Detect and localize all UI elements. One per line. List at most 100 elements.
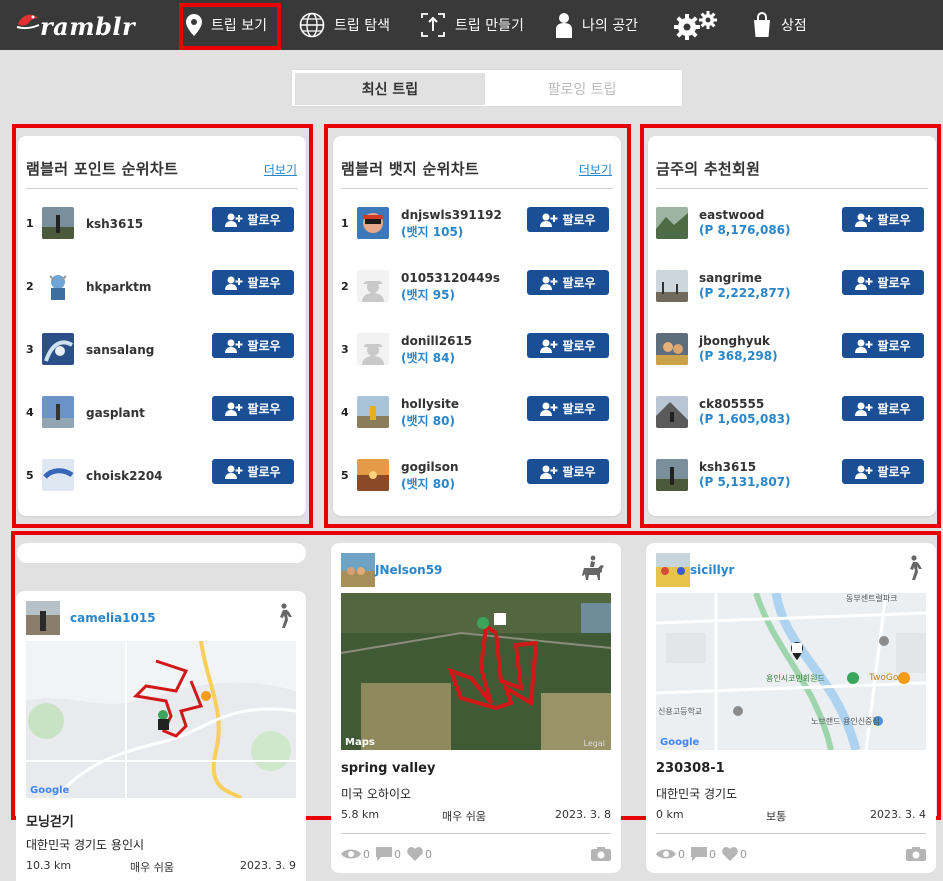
nav-explore-trips[interactable]: 트립 탐색 xyxy=(299,0,390,50)
follow-button[interactable]: 팔로우 xyxy=(212,333,294,358)
follow-button[interactable]: 팔로우 xyxy=(527,459,609,484)
rank-number: 2 xyxy=(341,280,349,293)
username[interactable]: gogilson xyxy=(401,460,459,474)
divider xyxy=(26,188,298,189)
username[interactable]: hkparktm xyxy=(86,280,151,294)
walking-icon xyxy=(280,603,292,628)
follow-button[interactable]: 팔로우 xyxy=(842,396,924,421)
username[interactable]: donill2615 xyxy=(401,334,472,348)
trip-card[interactable]: camelia1015 Google 모닝걷기 대한민국 경기도 용인시 10.… xyxy=(16,591,306,881)
add-user-icon xyxy=(540,339,558,353)
username[interactable]: gasplant xyxy=(86,406,145,420)
ranking-row: 5 choisk2204 팔로우 xyxy=(18,457,306,497)
recommended-members-panel: 금주의 추천회원 eastwood (P 8,176,086) 팔로우 sang… xyxy=(648,136,936,516)
username[interactable]: ksh3615 xyxy=(86,217,143,231)
more-link[interactable]: 더보기 xyxy=(579,161,612,178)
avatar[interactable] xyxy=(42,396,74,428)
camera-icon[interactable] xyxy=(591,847,611,861)
nav-create-trip[interactable]: 트립 만들기 xyxy=(420,0,524,50)
nav-label: 나의 공간 xyxy=(582,18,638,34)
trip-map[interactable]: Maps Legal xyxy=(341,593,611,750)
follow-button[interactable]: 팔로우 xyxy=(212,270,294,295)
comment-count: 0 xyxy=(709,847,716,861)
trip-map[interactable]: Google xyxy=(26,641,296,798)
username[interactable]: sangrime xyxy=(699,271,762,285)
trip-title[interactable]: 230308-1 xyxy=(656,761,725,776)
avatar[interactable] xyxy=(42,207,74,239)
username[interactable]: 01053120449s xyxy=(401,271,500,285)
map-label: 용인시코민회원드 xyxy=(766,674,825,683)
member-row: eastwood (P 8,176,086) 팔로우 xyxy=(648,205,936,245)
map-provider: Google xyxy=(660,737,700,748)
trip-username[interactable]: camelia1015 xyxy=(70,611,156,625)
points: (P 368,298) xyxy=(699,349,778,363)
username[interactable]: dnjswls391192 xyxy=(401,208,502,222)
follow-button[interactable]: 팔로우 xyxy=(842,207,924,232)
ramblr-logo[interactable]: ramblr xyxy=(14,8,144,42)
follow-button[interactable]: 팔로우 xyxy=(212,459,294,484)
rank-number: 1 xyxy=(26,217,34,230)
follow-button[interactable]: 팔로우 xyxy=(212,396,294,421)
follow-label: 팔로우 xyxy=(877,339,911,353)
trip-title[interactable]: 모닝걷기 xyxy=(26,811,74,830)
rank-number: 5 xyxy=(26,469,34,482)
default-avatar-icon[interactable] xyxy=(357,333,389,365)
nav-my-space[interactable]: 나의 공간 xyxy=(555,0,638,50)
nav-shop[interactable]: 상점 xyxy=(752,0,807,50)
trip-card[interactable]: sicillyr 동부센트럴파크 TwoGo 용인시코민회원드 신용고등학교 노… xyxy=(646,543,936,873)
ranking-row: 2 hkparktm 팔로우 xyxy=(18,268,306,308)
avatar[interactable] xyxy=(42,459,74,491)
avatar[interactable] xyxy=(42,333,74,365)
camera-icon[interactable] xyxy=(906,847,926,861)
username[interactable]: hollysite xyxy=(401,397,459,411)
comment-icon xyxy=(376,847,392,861)
username[interactable]: ksh3615 xyxy=(699,460,756,474)
follow-button[interactable]: 팔로우 xyxy=(527,333,609,358)
badge-count: (뱃지 80) xyxy=(401,477,455,491)
follow-button[interactable]: 팔로우 xyxy=(527,396,609,421)
trip-card[interactable]: JNelson59 Maps Legal spring valley 미국 오하… xyxy=(331,543,621,873)
follow-button[interactable]: 팔로우 xyxy=(842,333,924,358)
trip-username[interactable]: JNelson59 xyxy=(375,563,442,577)
trip-username[interactable]: sicillyr xyxy=(690,563,734,577)
gears-icon xyxy=(674,11,717,40)
username[interactable]: eastwood xyxy=(699,208,764,222)
avatar[interactable] xyxy=(357,207,389,239)
default-avatar-icon[interactable] xyxy=(357,270,389,302)
nav-settings[interactable] xyxy=(673,0,728,50)
user-avatar[interactable] xyxy=(656,553,690,587)
trip-date: 2023. 3. 8 xyxy=(555,808,611,821)
rank-number: 3 xyxy=(26,343,34,356)
follow-button[interactable]: 팔로우 xyxy=(527,207,609,232)
avatar[interactable] xyxy=(357,459,389,491)
username[interactable]: jbonghyuk xyxy=(699,334,770,348)
more-link[interactable]: 더보기 xyxy=(264,161,297,178)
avatar[interactable] xyxy=(656,459,688,491)
avatar[interactable] xyxy=(656,207,688,239)
tab-latest-trips[interactable]: 최신 트립 xyxy=(295,73,485,105)
nav-view-trips[interactable]: 트립 보기 xyxy=(186,0,267,50)
avatar[interactable] xyxy=(357,396,389,428)
avatar[interactable] xyxy=(656,396,688,428)
trip-title[interactable]: spring valley xyxy=(341,761,435,776)
view-count: 0 xyxy=(678,847,685,861)
follow-button[interactable]: 팔로우 xyxy=(842,459,924,484)
user-avatar[interactable] xyxy=(26,601,60,635)
avatar[interactable] xyxy=(656,270,688,302)
follow-button[interactable]: 팔로우 xyxy=(527,270,609,295)
add-user-icon xyxy=(855,213,873,227)
user-avatar[interactable] xyxy=(341,553,375,587)
avatar[interactable] xyxy=(656,333,688,365)
badge-count: (뱃지 80) xyxy=(401,414,455,428)
tab-following-trips[interactable]: 팔로잉 트립 xyxy=(487,73,677,105)
follow-button[interactable]: 팔로우 xyxy=(212,207,294,232)
username[interactable]: ck805555 xyxy=(699,397,764,411)
map-legal[interactable]: Legal xyxy=(584,739,605,748)
username[interactable]: choisk2204 xyxy=(86,469,163,483)
trip-map[interactable]: 동부센트럴파크 TwoGo 용인시코민회원드 신용고등학교 노브랜드 용인신중점… xyxy=(656,593,926,750)
follow-label: 팔로우 xyxy=(562,465,596,479)
follow-label: 팔로우 xyxy=(247,339,281,353)
avatar[interactable] xyxy=(42,270,74,302)
username[interactable]: sansalang xyxy=(86,343,154,357)
follow-button[interactable]: 팔로우 xyxy=(842,270,924,295)
